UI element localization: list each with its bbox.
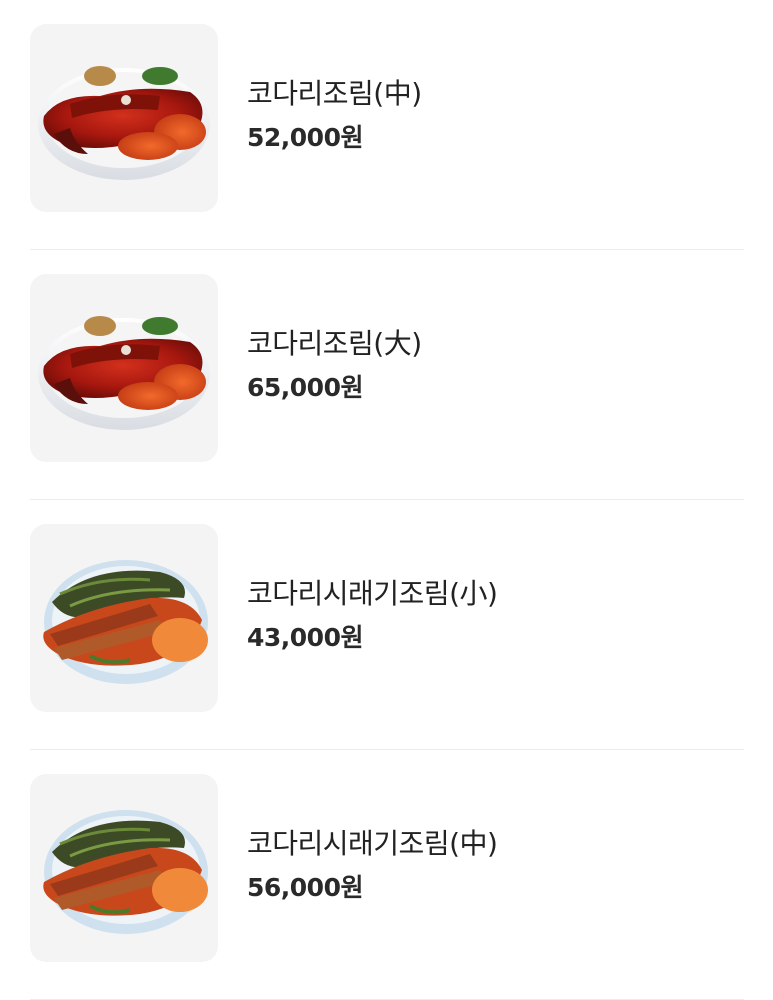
menu-item[interactable]: 코다리시래기조림(小) 43,000원 <box>30 500 744 750</box>
menu-item[interactable]: 코다리시래기조림(中) 56,000원 <box>30 750 744 1000</box>
menu-item-price: 52,000원 <box>247 123 363 152</box>
menu-item-price: 65,000원 <box>247 373 363 402</box>
menu-item-photo <box>30 774 218 962</box>
menu-item[interactable]: 코다리조림(大) 65,000원 <box>30 250 744 500</box>
menu-list: 코다리조림(中) 52,000원 코다리조림(大) 65,000원 코다리시래기… <box>0 0 773 1000</box>
menu-item-info: 코다리조림(大) 65,000원 <box>247 326 422 404</box>
menu-item-name: 코다리시래기조림(小) <box>247 577 498 610</box>
menu-item-photo <box>30 524 218 712</box>
menu-item[interactable]: 코다리조림(中) 52,000원 <box>30 0 744 250</box>
menu-item-info: 코다리조림(中) 52,000원 <box>247 76 422 154</box>
menu-item-name: 코다리시래기조림(中) <box>247 827 498 860</box>
menu-item-info: 코다리시래기조림(中) 56,000원 <box>247 826 498 904</box>
menu-item-name: 코다리조림(中) <box>247 77 422 110</box>
menu-item-price: 56,000원 <box>247 873 363 902</box>
menu-item-photo <box>30 24 218 212</box>
menu-item-price: 43,000원 <box>247 623 363 652</box>
menu-item-photo <box>30 274 218 462</box>
menu-item-name: 코다리조림(大) <box>247 327 422 360</box>
menu-item-info: 코다리시래기조림(小) 43,000원 <box>247 576 498 654</box>
